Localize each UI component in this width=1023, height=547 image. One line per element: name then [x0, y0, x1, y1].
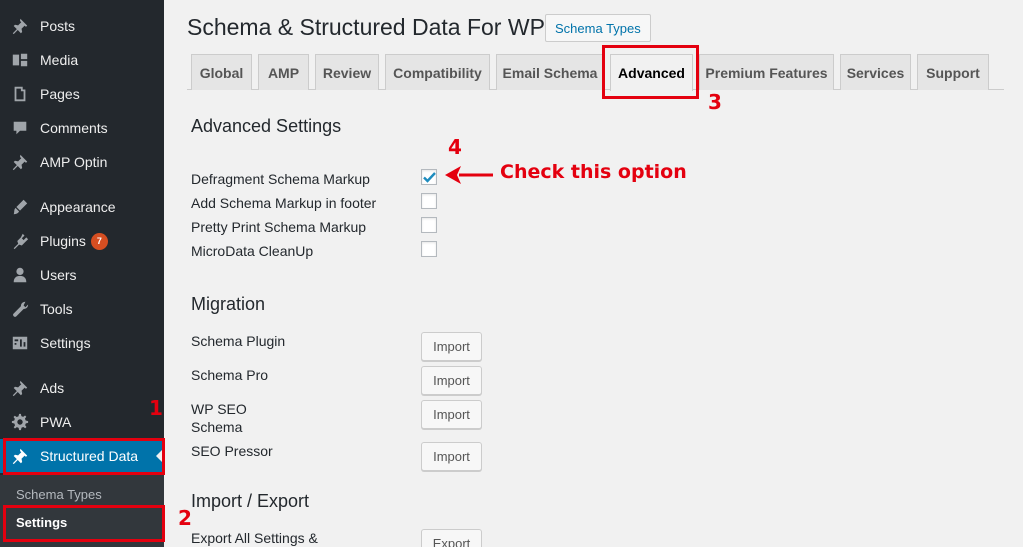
pin-icon	[0, 153, 40, 171]
annotation-callout: Check this option	[500, 161, 687, 183]
migration-heading: Migration	[191, 294, 266, 314]
menu-item-plugins[interactable]: Plugins 7	[0, 224, 164, 258]
annotation-box-1	[3, 438, 165, 475]
migration-label-schema: Schema	[191, 419, 243, 435]
menu-label: Tools	[40, 301, 73, 317]
menu-label: Plugins	[40, 233, 86, 249]
annotation-number-4: 4	[448, 135, 462, 159]
menu-item-ads[interactable]: Ads	[0, 371, 164, 405]
menu-label: AMP Optin	[40, 154, 108, 170]
menu-label: Ads	[40, 380, 65, 396]
menu-item-tools[interactable]: Tools	[0, 292, 164, 326]
wrench-icon	[0, 300, 40, 318]
menu-item-pwa[interactable]: PWA	[0, 405, 164, 439]
tab-support[interactable]: Support	[917, 54, 989, 90]
footer-markup-checkbox[interactable]	[421, 193, 437, 209]
settings-icon	[0, 334, 40, 352]
user-icon	[0, 266, 40, 284]
annotation-number-3: 3	[708, 90, 722, 114]
import-wp-seo-schema-button[interactable]: Import	[421, 400, 482, 429]
menu-label: PWA	[40, 414, 72, 430]
option-label-defragment: Defragment Schema Markup	[191, 171, 370, 187]
tab-review[interactable]: Review	[315, 54, 379, 90]
annotation-box-3	[602, 45, 699, 99]
plugins-update-badge: 7	[90, 232, 108, 250]
menu-item-pages[interactable]: Pages	[0, 77, 164, 111]
checkmark-icon	[423, 172, 436, 183]
menu-label: Media	[40, 52, 79, 68]
tab-compatibility[interactable]: Compatibility	[385, 54, 490, 90]
menu-item-comments[interactable]: Comments	[0, 111, 164, 145]
comment-icon	[0, 119, 40, 137]
pretty-print-checkbox[interactable]	[421, 217, 437, 233]
schema-types-button[interactable]: Schema Types	[545, 14, 651, 42]
option-label-microdata: MicroData CleanUp	[191, 243, 314, 259]
menu-label: Comments	[40, 120, 108, 136]
pin-icon	[0, 379, 40, 397]
migration-label-wp-seo: WP SEO	[191, 401, 247, 417]
import-schema-pro-button[interactable]: Import	[421, 366, 482, 395]
annotation-arrow-icon	[445, 166, 493, 184]
advanced-settings-heading: Advanced Settings	[191, 116, 342, 136]
import-seo-pressor-button[interactable]: Import	[421, 442, 482, 471]
import-export-heading: Import / Export	[191, 491, 310, 511]
migration-label-schema-pro: Schema Pro	[191, 367, 269, 383]
menu-label: Pages	[40, 86, 80, 102]
menu-item-settings[interactable]: Settings	[0, 326, 164, 360]
option-label-pretty-print: Pretty Print Schema Markup	[191, 219, 367, 235]
tab-premium-features[interactable]: Premium Features	[699, 54, 834, 90]
migration-label-schema-plugin: Schema Plugin	[191, 333, 286, 349]
annotation-number-1: 1	[149, 396, 163, 420]
menu-item-posts[interactable]: Posts	[0, 9, 164, 43]
tab-amp[interactable]: AMP	[258, 54, 309, 90]
page-title: Schema & Structured Data For WP	[187, 14, 545, 40]
menu-label: Users	[40, 267, 77, 283]
plugin-icon	[0, 232, 40, 250]
tab-services[interactable]: Services	[840, 54, 911, 90]
tab-email-schema[interactable]: Email Schema	[496, 54, 604, 90]
gear-icon	[0, 413, 40, 431]
menu-item-media[interactable]: Media	[0, 43, 164, 77]
export-all-label: Export All Settings &	[191, 530, 318, 546]
menu-item-amp-optin[interactable]: AMP Optin	[0, 145, 164, 179]
annotation-number-2: 2	[178, 506, 192, 530]
submenu-item-schema-types[interactable]: Schema Types	[0, 481, 164, 507]
tab-global[interactable]: Global	[191, 54, 252, 90]
import-schema-plugin-button[interactable]: Import	[421, 332, 482, 361]
pin-icon	[0, 17, 40, 35]
option-label-footer: Add Schema Markup in footer	[191, 195, 377, 211]
microdata-cleanup-checkbox[interactable]	[421, 241, 437, 257]
menu-label: Posts	[40, 18, 76, 34]
menu-label: Appearance	[40, 199, 116, 215]
migration-label-seo-pressor: SEO Pressor	[191, 443, 273, 459]
annotation-box-2	[3, 505, 165, 542]
menu-item-appearance[interactable]: Appearance	[0, 190, 164, 224]
pages-icon	[0, 85, 40, 103]
defragment-checkbox[interactable]	[421, 169, 437, 185]
export-button[interactable]: Export	[421, 529, 482, 547]
brush-icon	[0, 198, 40, 216]
menu-item-users[interactable]: Users	[0, 258, 164, 292]
media-icon	[0, 51, 40, 69]
menu-label: Settings	[40, 335, 91, 351]
